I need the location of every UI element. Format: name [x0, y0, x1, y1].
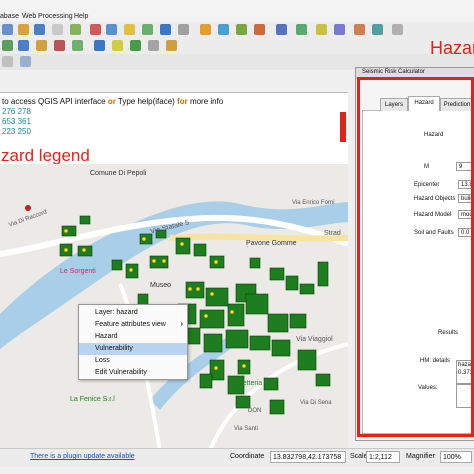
new-layer-icon[interactable]	[72, 40, 83, 51]
edit-icon[interactable]	[354, 24, 365, 35]
options-icon[interactable]	[392, 24, 403, 35]
menu-processing[interactable]: Processing	[38, 13, 73, 20]
context-menu-label: Edit Vulnerability	[95, 369, 147, 376]
python-console[interactable]: to access QGIS API interface or Type hel…	[0, 92, 348, 150]
add-raster-icon[interactable]	[18, 40, 29, 51]
hazard-legend-annotation: zard legend	[1, 146, 90, 165]
map-label: Strad	[324, 230, 341, 237]
context-menu-edit-vulnerability[interactable]: Edit Vulnerability	[79, 367, 187, 379]
zoom-in-icon[interactable]	[90, 24, 101, 35]
status-bar: There is a plugin update available Coord…	[0, 448, 474, 467]
coordinate-label: Coordinate	[230, 453, 265, 460]
add-db-icon[interactable]	[54, 40, 65, 51]
digitize-icon[interactable]	[334, 24, 345, 35]
console-output-line: 276 278	[2, 107, 31, 116]
grid-icon[interactable]	[94, 40, 105, 51]
map-label: Comune Di Pepoli	[90, 170, 147, 177]
console-keyword: for	[177, 97, 188, 106]
map-label: Via Enrico Forni	[292, 200, 335, 206]
add-vector-icon[interactable]	[2, 40, 13, 51]
toolbar-row-1	[0, 22, 474, 38]
annotation-icon[interactable]	[200, 24, 211, 35]
folder-icon[interactable]	[18, 24, 29, 35]
sum-icon[interactable]	[160, 24, 171, 35]
add-csv-icon[interactable]	[36, 40, 47, 51]
road	[208, 342, 348, 450]
hazard-annotation: Hazar	[430, 38, 474, 58]
field-calc-icon[interactable]	[112, 40, 123, 51]
map-label: Caffetteria	[230, 380, 263, 387]
console-text: to access QGIS API interface	[2, 97, 108, 106]
menu-database[interactable]: abase	[0, 13, 19, 20]
statistics-icon[interactable]	[148, 40, 159, 51]
filter-icon[interactable]	[166, 40, 177, 51]
coordinate-field[interactable]: 13.832798,42.173758	[270, 451, 346, 463]
select-icon[interactable]	[142, 24, 153, 35]
console-keyword: or	[107, 97, 116, 106]
context-menu-label: Loss	[95, 357, 110, 364]
zoom-out-icon[interactable]	[106, 24, 117, 35]
map-label: Via Viaggiol	[296, 336, 333, 343]
context-menu-hazard[interactable]: Hazard	[79, 331, 187, 343]
scale-label: Scale	[350, 453, 368, 460]
context-menu-label: Feature attributes view	[95, 321, 166, 328]
refresh-icon[interactable]	[254, 24, 265, 35]
magnifier-label: Magnifier	[406, 453, 435, 460]
console-text: more info	[187, 97, 224, 106]
map-label: Pavone Gomme	[246, 240, 297, 247]
open-project-icon[interactable]	[2, 24, 13, 35]
scale-field[interactable]: 1:2,112	[366, 451, 400, 463]
map-label: Via Di Sena	[300, 400, 332, 406]
hazard-highlight-frame	[357, 77, 474, 437]
layers-panel-icon[interactable]	[20, 56, 31, 67]
hazard-point	[25, 205, 31, 211]
table-icon[interactable]	[130, 40, 141, 51]
map-tips-icon[interactable]	[218, 24, 229, 35]
context-menu: Layer: hazard Feature attributes view › H…	[78, 304, 188, 380]
context-menu-feature-attributes[interactable]: Feature attributes view ›	[79, 319, 187, 331]
menu-help[interactable]: Help	[74, 13, 88, 20]
magnifier-field[interactable]: 100%	[440, 451, 472, 463]
map-label: Le Sorgenti	[60, 268, 96, 275]
print-icon[interactable]	[52, 24, 63, 35]
context-menu-vulnerability[interactable]: Vulnerability	[79, 343, 187, 355]
console-output-line: 653 361	[2, 117, 31, 126]
bookmark-icon[interactable]	[236, 24, 247, 35]
context-menu-layer[interactable]: Layer: hazard	[79, 307, 187, 319]
snapping-icon[interactable]	[372, 24, 383, 35]
road-statale	[169, 233, 348, 242]
console-scroll-marker	[340, 112, 346, 142]
pan-icon[interactable]	[70, 24, 81, 35]
context-menu-loss[interactable]: Loss	[79, 355, 187, 367]
console-text: Type help(iface)	[115, 97, 178, 106]
dialog-title: Seismic Risk Calculator	[362, 69, 426, 75]
context-menu-label: Vulnerability	[95, 345, 133, 352]
console-help-line: to access QGIS API interface or Type hel…	[2, 97, 223, 106]
map-label: DON	[248, 408, 262, 414]
map-label: Museo	[150, 282, 172, 289]
python-icon[interactable]	[296, 24, 307, 35]
save-icon[interactable]	[34, 24, 45, 35]
console-output-line: 223 250	[2, 127, 31, 136]
menu-bar: abase Web Processing Help	[0, 0, 474, 23]
submenu-arrow-icon: ›	[180, 321, 183, 328]
identify-icon[interactable]	[124, 24, 135, 35]
context-menu-label: Layer: hazard	[95, 309, 138, 316]
map-label: Via Santi	[234, 426, 258, 432]
plugin-update-link[interactable]: There is a plugin update available	[30, 453, 135, 460]
plugin-icon[interactable]	[276, 24, 287, 35]
context-menu-label: Hazard	[95, 333, 118, 340]
layer-icon[interactable]	[316, 24, 327, 35]
toolbar-row-2	[0, 38, 474, 54]
menu-web[interactable]: Web	[22, 13, 36, 20]
map-label: La Fenice S.r.l	[70, 396, 115, 403]
measure-icon[interactable]	[178, 24, 189, 35]
panel-toggle-icon[interactable]	[2, 56, 13, 67]
